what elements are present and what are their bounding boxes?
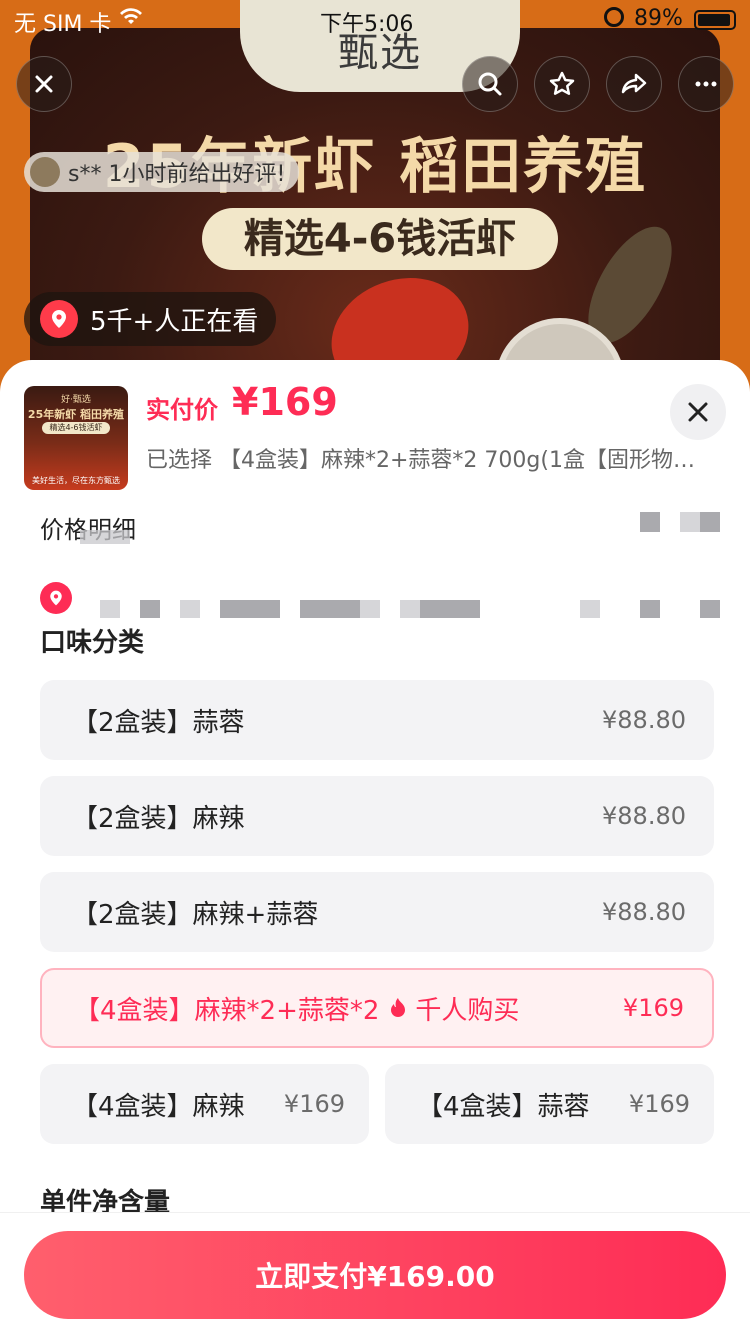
product-thumbnail: 好·甄选 25年新虾 稻田养殖 精选4-6钱活虾 美好生活，尽在东方甄选	[24, 386, 128, 490]
carrier-text: 无 SIM 卡	[14, 12, 112, 37]
thumb-pill: 精选4-6钱活虾	[42, 422, 110, 434]
sku-option-label: 【4盒装】麻辣*2+蒜蓉*2	[74, 995, 380, 1026]
location-pin-icon	[40, 582, 72, 614]
star-icon	[549, 71, 575, 95]
sku-option-tag: 千人购买	[415, 995, 520, 1026]
reviewer-avatar	[30, 157, 60, 187]
sku-option-price: ¥169	[283, 1090, 345, 1118]
share-icon	[621, 73, 647, 94]
sku-option[interactable]: 【4盒装】麻辣 ¥169	[40, 1064, 369, 1144]
sku-option-label: 【2盒装】麻辣	[72, 803, 245, 834]
bottom-action-bar: 立即支付¥169.00	[0, 1212, 750, 1334]
status-bar: 无 SIM 卡 下午5:06 89%	[0, 0, 750, 40]
redacted-block	[180, 600, 200, 618]
review-text: s** 1小时前给出好评!	[68, 162, 286, 187]
close-sheet-button[interactable]	[670, 384, 726, 440]
redacted-block	[700, 512, 720, 532]
hero-subtitle-pill: 精选4-6钱活虾	[202, 208, 558, 270]
sku-option-label: 【4盒装】蒜蓉	[417, 1091, 590, 1122]
redacted-block	[700, 600, 720, 618]
sku-option-selected[interactable]: 【4盒装】麻辣*2+蒜蓉*2 千人购买 ¥169	[40, 968, 714, 1048]
battery-icon	[694, 10, 736, 30]
close-page-button[interactable]	[16, 56, 72, 112]
sku-option-label: 【4盒装】麻辣	[72, 1091, 245, 1122]
clock-text: 下午5:06	[320, 12, 414, 37]
sku-option[interactable]: 【4盒装】蒜蓉 ¥169	[385, 1064, 714, 1144]
more-dots-icon	[695, 81, 717, 87]
sku-option-price: ¥88.80	[602, 898, 686, 926]
price-value: ¥169	[232, 380, 338, 424]
pay-now-button[interactable]: 立即支付¥169.00	[24, 1231, 726, 1319]
fire-icon	[389, 996, 407, 1026]
sku-option-price: ¥169	[622, 994, 684, 1022]
selected-sku-text: 已选择 【4盒装】麻辣*2+蒜蓉*2 700g(1盒【固形物…	[146, 448, 695, 473]
redacted-block	[420, 600, 480, 618]
redacted-block	[400, 600, 420, 618]
redacted-block	[580, 600, 600, 618]
battery-percent: 89%	[634, 6, 683, 31]
sku-option[interactable]: 【2盒装】蒜蓉 ¥88.80	[40, 680, 714, 760]
watching-badge: 5千+人正在看	[24, 292, 277, 346]
price-label: 实付价	[146, 396, 218, 424]
redacted-block	[640, 512, 660, 532]
sku-option-price: ¥169	[628, 1090, 690, 1118]
thumb-slogan: 美好生活，尽在东方甄选	[32, 476, 120, 485]
search-button[interactable]	[462, 56, 518, 112]
sku-option-price: ¥88.80	[602, 706, 686, 734]
location-pin-icon	[40, 300, 78, 338]
wifi-icon	[118, 6, 144, 32]
redacted-block	[300, 600, 360, 618]
close-icon	[35, 75, 53, 93]
sku-option[interactable]: 【2盒装】麻辣 ¥88.80	[40, 776, 714, 856]
review-toast: s** 1小时前给出好评!	[24, 152, 300, 192]
redacted-block	[220, 600, 280, 618]
sku-option-label: 【2盒装】蒜蓉	[72, 707, 245, 738]
price-detail-row[interactable]: 价格明细	[0, 490, 750, 558]
redacted-block	[100, 600, 120, 618]
share-button[interactable]	[606, 56, 662, 112]
more-button[interactable]	[678, 56, 734, 112]
sku-option-label: 【2盒装】麻辣+蒜蓉	[72, 899, 319, 930]
close-icon	[688, 402, 708, 422]
redacted-block	[640, 600, 660, 618]
thumb-title: 25年新虾 稻田养殖	[27, 408, 125, 421]
redacted-block	[80, 530, 130, 544]
search-icon	[478, 72, 502, 96]
rotation-lock-icon	[604, 7, 624, 27]
thumb-brand: 好·甄选	[61, 395, 91, 405]
sku-selector-sheet: 好·甄选 25年新虾 稻田养殖 精选4-6钱活虾 美好生活，尽在东方甄选 实付价…	[0, 360, 750, 1334]
redacted-block	[360, 600, 380, 618]
redacted-block	[680, 512, 700, 532]
sku-option-price: ¥88.80	[602, 802, 686, 830]
flavor-section-title: 口味分类	[40, 628, 145, 658]
sku-option[interactable]: 【2盒装】麻辣+蒜蓉 ¥88.80	[40, 872, 714, 952]
watching-text: 5千+人正在看	[90, 306, 259, 337]
redacted-block	[140, 600, 160, 618]
favorite-button[interactable]	[534, 56, 590, 112]
